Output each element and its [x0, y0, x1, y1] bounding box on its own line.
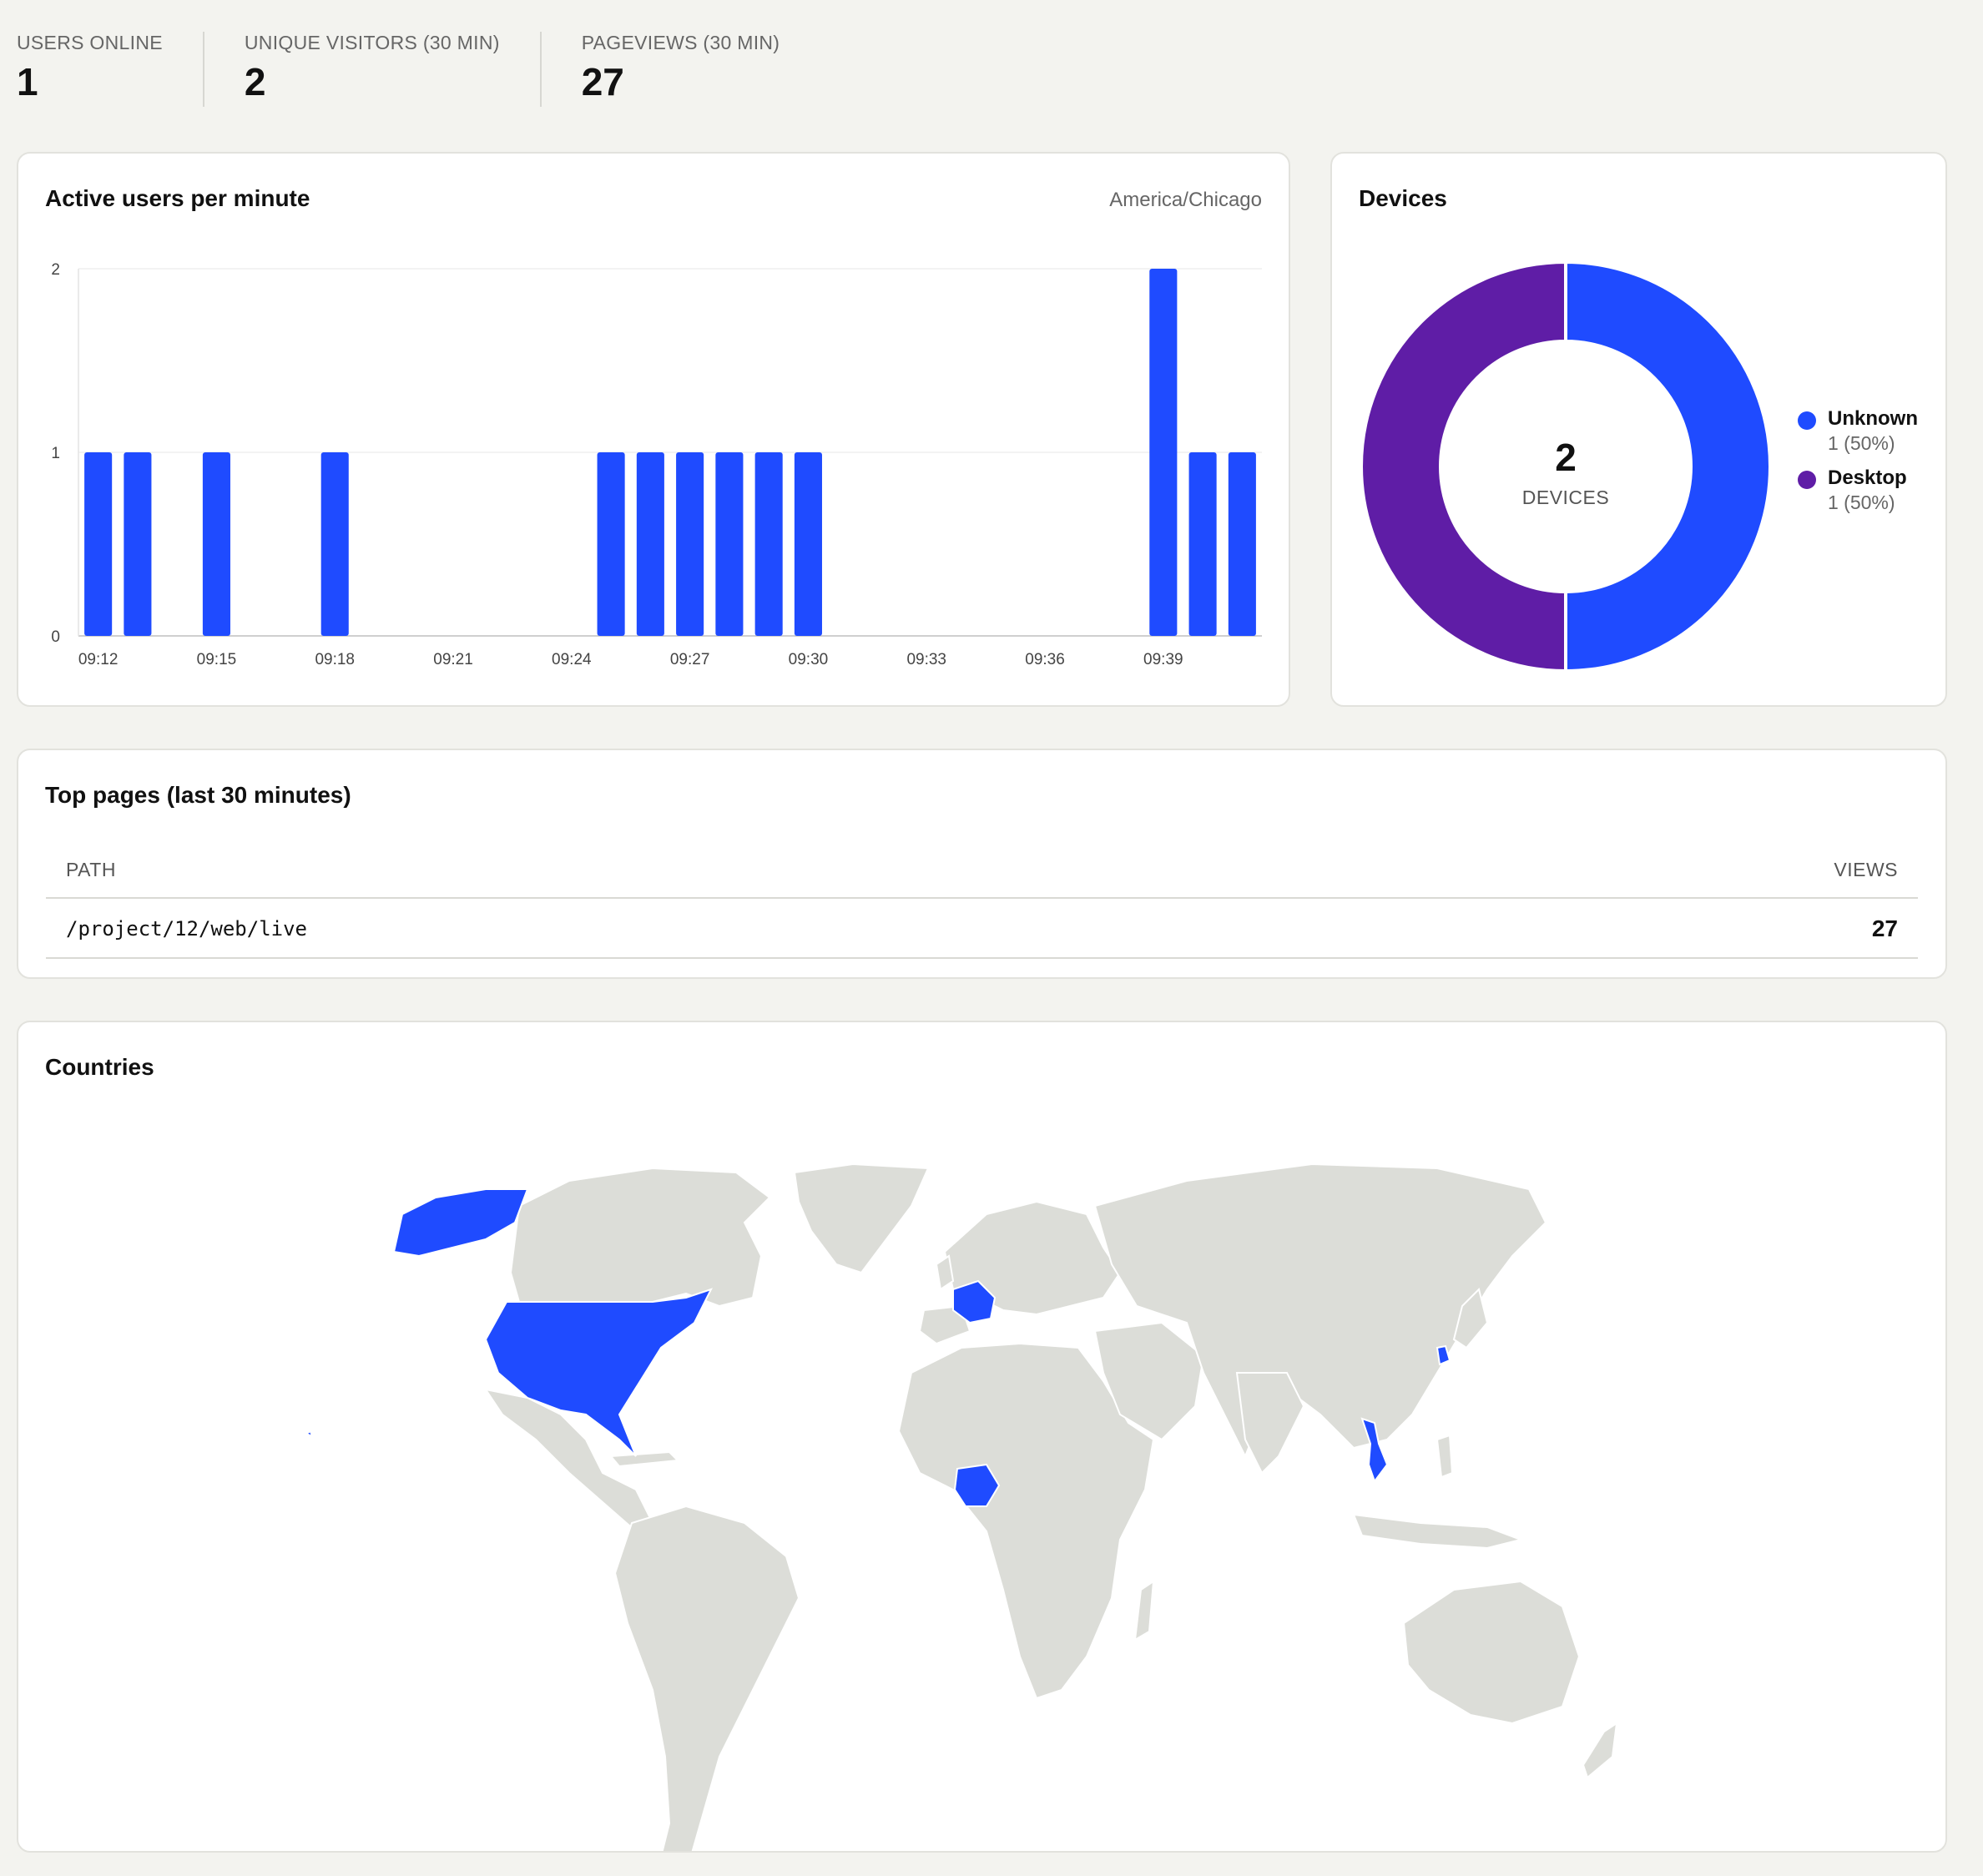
active-users-card: Active users per minute America/Chicago …	[17, 152, 1290, 707]
map-country-australia[interactable]	[1402, 1580, 1581, 1725]
map-caribbean[interactable]	[608, 1450, 680, 1468]
table-header: PATH VIEWS	[46, 842, 1918, 899]
bar-09:27[interactable]	[676, 452, 704, 636]
y-tick-label: 0	[51, 628, 60, 646]
y-tick-label: 2	[51, 261, 60, 279]
map-country-greenland[interactable]	[793, 1162, 930, 1274]
legend-value: 1 (50%)	[1828, 492, 1895, 513]
bar-09:18[interactable]	[320, 452, 349, 636]
x-tick-label: 09:39	[1143, 651, 1183, 668]
map-country-uk[interactable]	[935, 1254, 955, 1291]
bar-09:39[interactable]	[1149, 269, 1178, 636]
stat-pageviews: PAGEVIEWS (30 MIN) 27	[582, 32, 820, 107]
legend-dot	[1798, 471, 1816, 489]
bar-09:26[interactable]	[636, 452, 664, 636]
stat-value: 27	[581, 60, 624, 103]
x-tick-label: 09:21	[433, 651, 473, 668]
bar-09:28[interactable]	[715, 452, 744, 636]
devices-legend: Unknown 1 (50%) Desktop 1 (50%)	[1798, 407, 1918, 526]
stat-value: 2	[244, 60, 266, 103]
x-tick-label: 09:33	[906, 651, 946, 668]
map-country-india[interactable]	[1235, 1372, 1305, 1475]
map-philippines[interactable]	[1436, 1434, 1454, 1479]
map-country-madagascar[interactable]	[1133, 1580, 1155, 1642]
donut-slice-desktop[interactable]	[1360, 260, 1567, 673]
x-tick-label: 09:18	[315, 651, 355, 668]
bar-09:30[interactable]	[794, 452, 822, 636]
stats-row: USERS ONLINE 1 UNIQUE VISITORS (30 MIN) …	[17, 32, 860, 107]
donut-total-label: DEVICES	[1522, 487, 1609, 508]
map-south-america[interactable]	[613, 1505, 800, 1851]
x-tick-label: 09:15	[197, 651, 237, 668]
x-tick-label: 09:30	[789, 651, 829, 668]
map-country-new-zealand[interactable]	[1582, 1721, 1618, 1779]
map-country-united-states-hawaii[interactable]	[304, 1430, 314, 1438]
x-tick-label: 09:12	[78, 651, 119, 668]
column-header-path[interactable]: PATH	[66, 859, 116, 881]
views-cell: 27	[1871, 915, 1898, 941]
world-map[interactable]	[18, 1022, 1945, 1851]
bar-09:15[interactable]	[202, 452, 230, 636]
x-tick-label: 09:27	[670, 651, 710, 668]
legend-item-desktop[interactable]: Desktop 1 (50%)	[1798, 466, 1918, 514]
x-tick-label: 09:36	[1025, 651, 1065, 668]
stat-label: UNIQUE VISITORS (30 MIN)	[244, 32, 500, 53]
legend-name: Unknown	[1828, 407, 1918, 430]
bar-09:40[interactable]	[1188, 452, 1217, 636]
legend-item-unknown[interactable]: Unknown 1 (50%)	[1798, 407, 1918, 455]
y-tick-label: 1	[51, 445, 60, 462]
card-title: Top pages (last 30 minutes)	[45, 782, 351, 808]
map-indonesia[interactable]	[1352, 1513, 1524, 1550]
bar-09:12[interactable]	[84, 452, 113, 636]
bar-09:25[interactable]	[597, 452, 625, 636]
map-country-united-states[interactable]	[484, 1288, 713, 1457]
bar-09:29[interactable]	[754, 452, 783, 636]
donut-slice-unknown[interactable]	[1564, 260, 1772, 673]
top-pages-card: Top pages (last 30 minutes) PATH VIEWS /…	[17, 749, 1947, 979]
legend-value: 1 (50%)	[1828, 432, 1895, 454]
map-country-united-states-alaska[interactable]	[392, 1188, 529, 1258]
legend-name: Desktop	[1828, 466, 1907, 489]
column-header-views[interactable]: VIEWS	[1834, 859, 1898, 881]
bar-09:13[interactable]	[124, 452, 152, 636]
stat-users-online: USERS ONLINE 1	[17, 32, 204, 107]
bar-09:41[interactable]	[1228, 452, 1256, 636]
path-cell[interactable]: /project/12/web/live	[66, 917, 307, 941]
map-country-canada[interactable]	[509, 1167, 771, 1308]
stat-label: USERS ONLINE	[17, 32, 163, 53]
active-users-chart: 0 1 2 09:12 09:15 09:18 09:21 09:24 09:27 09:30 09…	[51, 261, 1262, 668]
donut-total: 2	[1555, 436, 1577, 479]
legend-dot	[1798, 411, 1816, 430]
stat-value: 1	[17, 60, 38, 103]
countries-card: Countries	[17, 1021, 1947, 1853]
table-row[interactable]: /project/12/web/live 27	[46, 900, 1918, 959]
stat-label: PAGEVIEWS (30 MIN)	[581, 32, 780, 53]
stat-unique-visitors: UNIQUE VISITORS (30 MIN) 2	[245, 32, 542, 107]
x-tick-label: 09:24	[552, 651, 592, 668]
